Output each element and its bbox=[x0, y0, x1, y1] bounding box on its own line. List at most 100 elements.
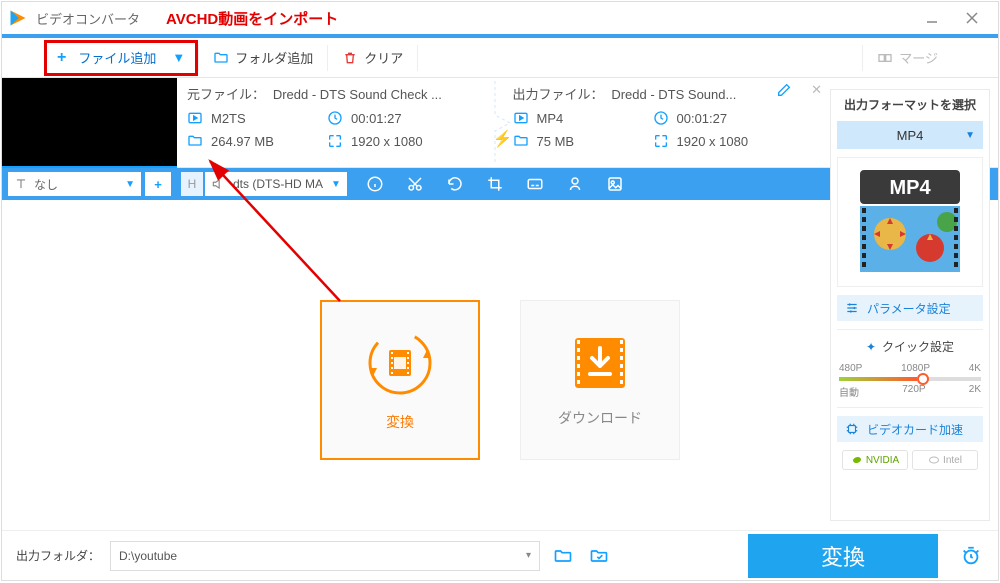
slider-tick: 自動 bbox=[839, 384, 859, 399]
folder-icon bbox=[213, 50, 229, 66]
crop-tool[interactable] bbox=[475, 168, 515, 200]
parameter-settings-button[interactable]: パラメータ設定 bbox=[837, 295, 983, 321]
chevron-down-icon: ▼ bbox=[965, 130, 975, 141]
source-size: 264.97 MB bbox=[211, 134, 274, 149]
output-title-label: 出力ファイル： bbox=[513, 87, 604, 102]
convert-button-label: 変換 bbox=[821, 540, 865, 572]
output-folder-label: 出力フォルダ： bbox=[16, 547, 100, 564]
add-subtitle-button[interactable]: + bbox=[145, 172, 171, 196]
speaker-icon bbox=[211, 177, 225, 191]
text-icon bbox=[14, 177, 28, 191]
slider-tick: 2K bbox=[969, 384, 981, 399]
plus-icon: + bbox=[57, 49, 66, 67]
subtitle-tool[interactable] bbox=[515, 168, 555, 200]
resolution-icon bbox=[327, 133, 343, 149]
watermark-tool[interactable] bbox=[595, 168, 635, 200]
folder-icon bbox=[513, 133, 529, 149]
intel-badge: Intel bbox=[912, 450, 978, 470]
gpu-accel-label: ビデオカード加速 bbox=[867, 421, 963, 438]
download-card-label: ダウンロード bbox=[558, 408, 642, 428]
source-column: 元ファイル： Dredd - DTS Sound Check ... M2TS … bbox=[177, 78, 503, 167]
intel-label: Intel bbox=[943, 455, 962, 466]
output-folder-path: D:\youtube bbox=[119, 549, 177, 563]
titlebar: ビデオコンバータ AVCHD動画をインポート bbox=[2, 2, 998, 38]
chip-icon bbox=[845, 422, 859, 436]
open-folder-button[interactable] bbox=[550, 543, 576, 569]
add-folder-button[interactable]: フォルダ追加 bbox=[199, 38, 327, 78]
output-duration: 00:01:27 bbox=[677, 111, 728, 126]
output-size: 75 MB bbox=[537, 134, 575, 149]
output-title: Dredd - DTS Sound... bbox=[611, 87, 736, 102]
right-sidebar: 出力フォーマットを選択 MP4 ▼ MP4 パラメータ設定 ✦ クイック設定 4… bbox=[830, 89, 990, 521]
convert-card[interactable]: 変換 bbox=[320, 300, 480, 460]
nvidia-label: NVIDIA bbox=[866, 455, 899, 466]
subtitle-select[interactable]: なし ▼ bbox=[8, 172, 141, 196]
format-select[interactable]: MP4 ▼ bbox=[837, 121, 983, 149]
effect-tool[interactable] bbox=[555, 168, 595, 200]
slider-tick: 1080P bbox=[901, 363, 930, 374]
edit-output-button[interactable] bbox=[776, 82, 792, 101]
slider-tick: 4K bbox=[969, 363, 981, 374]
app-logo bbox=[8, 8, 28, 28]
merge-button[interactable]: マージ bbox=[863, 38, 998, 78]
info-tool[interactable] bbox=[355, 168, 395, 200]
quick-settings-label: クイック設定 bbox=[882, 338, 954, 355]
clear-button[interactable]: クリア bbox=[328, 38, 417, 78]
chevron-down-icon: ▼ bbox=[331, 179, 341, 190]
resolution-icon bbox=[653, 133, 669, 149]
source-duration: 00:01:27 bbox=[351, 111, 402, 126]
source-title: Dredd - DTS Sound Check ... bbox=[273, 87, 442, 102]
remove-file-button[interactable]: ✕ bbox=[811, 82, 822, 98]
format-icon bbox=[187, 110, 203, 126]
slider-tick: 480P bbox=[839, 363, 862, 374]
parameter-settings-label: パラメータ設定 bbox=[867, 300, 951, 317]
chevron-down-icon: ▼ bbox=[125, 179, 135, 190]
annotation-title: AVCHD動画をインポート bbox=[166, 8, 338, 29]
output-format: MP4 bbox=[537, 111, 564, 126]
convert-card-label: 変換 bbox=[386, 412, 414, 432]
merge-label: マージ bbox=[899, 48, 938, 67]
cut-tool[interactable] bbox=[395, 168, 435, 200]
chevron-down-icon: ▾ bbox=[526, 550, 531, 561]
sliders-icon bbox=[845, 301, 859, 315]
rotate-tool[interactable] bbox=[435, 168, 475, 200]
format-thumb-label: MP4 bbox=[889, 177, 931, 199]
convert-button[interactable]: 変換 bbox=[748, 534, 938, 578]
add-file-button[interactable]: + ファイル追加 ▼ bbox=[44, 40, 198, 76]
video-thumbnail[interactable] bbox=[2, 78, 177, 168]
download-card[interactable]: ダウンロード bbox=[520, 300, 680, 460]
bottom-bar: 出力フォルダ： D:\youtube ▾ 変換 bbox=[2, 530, 998, 580]
sidebar-title: 出力フォーマットを選択 bbox=[837, 96, 983, 113]
subtitle-label: なし bbox=[34, 176, 58, 193]
add-folder-label: フォルダ追加 bbox=[235, 48, 313, 67]
download-icon bbox=[569, 332, 631, 394]
trash-icon bbox=[342, 50, 358, 66]
toolbar: + ファイル追加 ▼ フォルダ追加 クリア マージ bbox=[2, 38, 998, 78]
clock-icon bbox=[327, 110, 343, 126]
slider-tick: 720P bbox=[902, 384, 925, 399]
bolt-icon: ⚡ bbox=[493, 129, 513, 149]
schedule-button[interactable] bbox=[958, 543, 984, 569]
format-thumbnail[interactable]: MP4 bbox=[837, 157, 983, 287]
clock-icon bbox=[653, 110, 669, 126]
audio-track-label: dts (DTS-HD MA bbox=[233, 177, 323, 191]
add-file-label: ファイル追加 bbox=[78, 48, 156, 67]
output-folder-input[interactable]: D:\youtube ▾ bbox=[110, 541, 540, 571]
gear-icon: ✦ bbox=[866, 340, 876, 354]
format-label: MP4 bbox=[897, 128, 924, 143]
minimize-button[interactable] bbox=[912, 3, 952, 33]
chevron-down-icon: ▼ bbox=[172, 50, 185, 65]
gpu-accel-button[interactable]: ビデオカード加速 bbox=[837, 416, 983, 442]
hardware-toggle[interactable]: H bbox=[181, 172, 203, 196]
quality-slider[interactable]: 480P 1080P 4K 自動 720P 2K bbox=[837, 363, 983, 399]
conversion-arrow bbox=[494, 78, 512, 167]
audio-track-select[interactable]: dts (DTS-HD MA ▼ bbox=[205, 172, 347, 196]
clear-label: クリア bbox=[364, 48, 403, 67]
source-format: M2TS bbox=[211, 111, 246, 126]
quick-settings-header: ✦ クイック設定 bbox=[837, 338, 983, 355]
browse-folder-button[interactable] bbox=[586, 543, 612, 569]
format-icon bbox=[513, 110, 529, 126]
merge-icon bbox=[877, 50, 893, 66]
close-button[interactable] bbox=[952, 3, 992, 33]
source-resolution: 1920 x 1080 bbox=[351, 134, 423, 149]
